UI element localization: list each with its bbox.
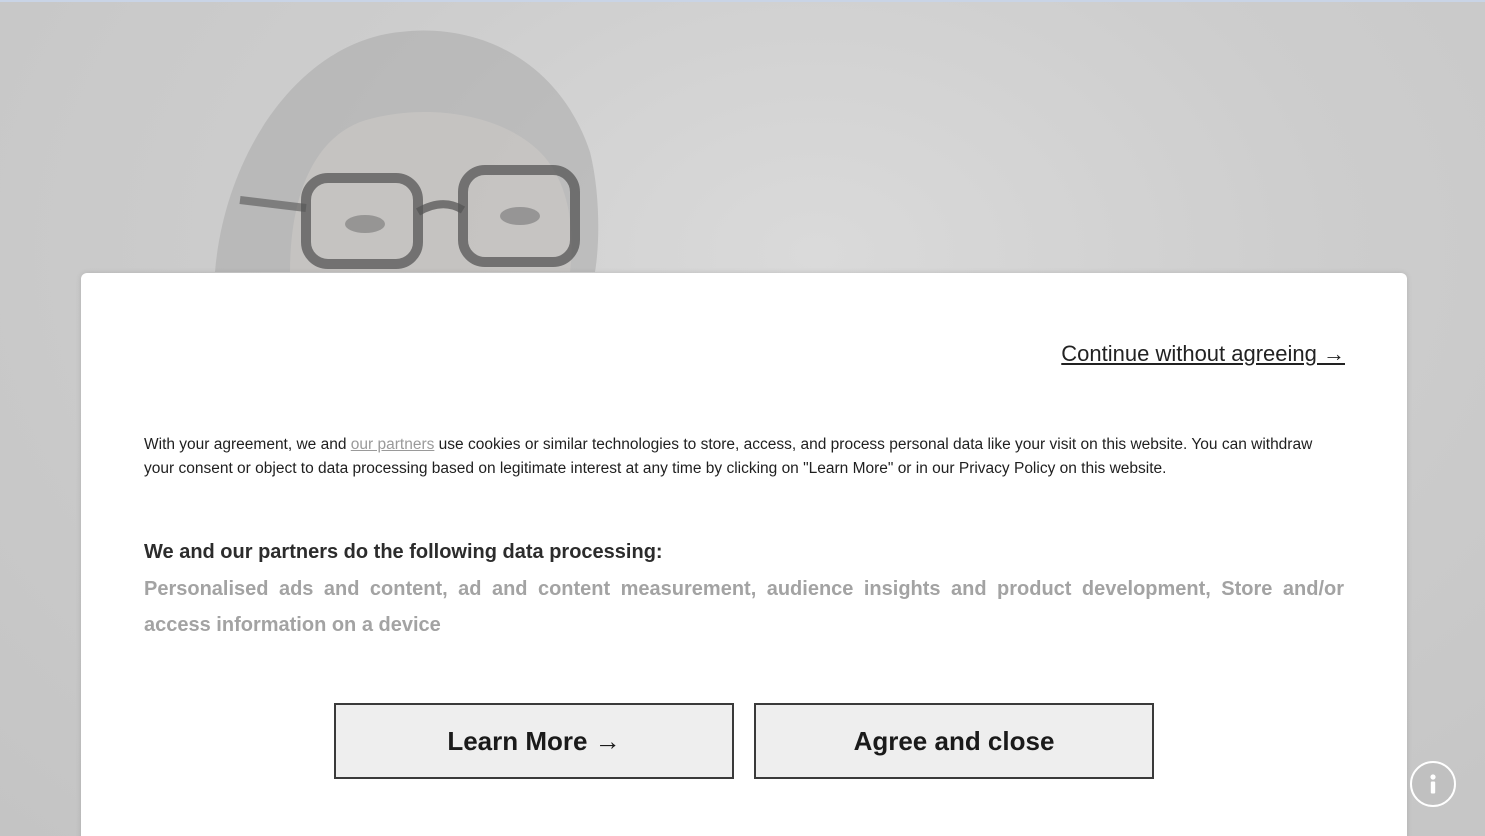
purposes-list: Personalised ads and content, ad and con… <box>144 578 1344 636</box>
purposes-heading: We and our partners do the following dat… <box>144 541 663 563</box>
info-button[interactable] <box>1410 761 1456 807</box>
continue-without-agreeing-link[interactable]: Continue without agreeing → <box>1061 341 1345 367</box>
learn-more-button[interactable]: Learn More → <box>334 703 734 779</box>
consent-dialog: Continue without agreeing → With your ag… <box>81 273 1407 836</box>
intro-text-start: With your agreement, we and <box>144 436 351 453</box>
agree-and-close-button[interactable]: Agree and close <box>754 703 1154 779</box>
our-partners-link[interactable]: our partners <box>351 436 435 453</box>
page: Continue without agreeing → With your ag… <box>0 0 1485 836</box>
consent-intro-text: With your agreement, we and our partners… <box>144 433 1334 481</box>
info-icon <box>1430 774 1436 794</box>
